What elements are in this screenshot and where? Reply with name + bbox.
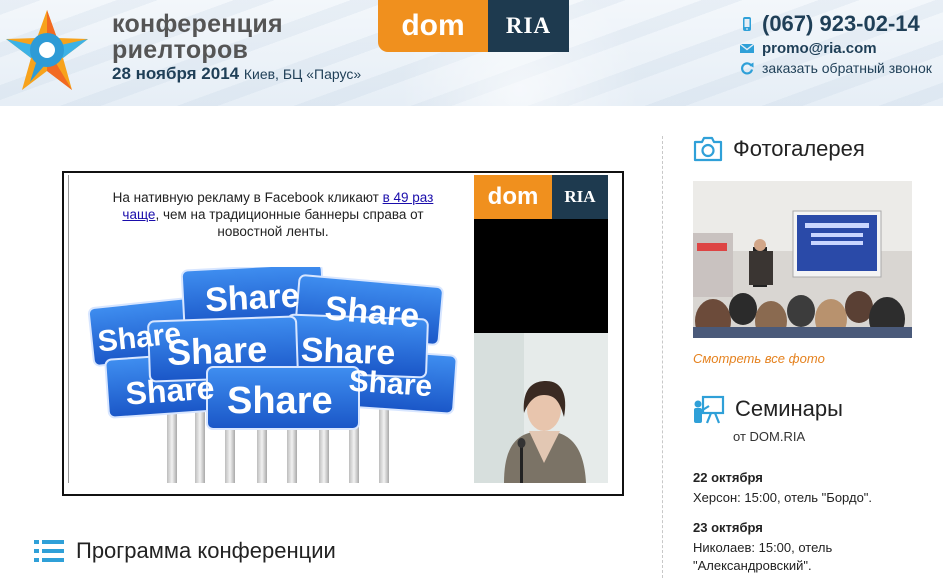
email-row: promo@ria.com (740, 38, 943, 58)
email-link[interactable]: promo@ria.com (762, 40, 877, 57)
envelope-icon (740, 43, 754, 53)
callback-row: заказать обратный звонок (740, 58, 943, 78)
gallery-photo[interactable] (693, 181, 912, 338)
dom-logo[interactable]: dom (378, 0, 488, 52)
presentation-board-icon (694, 395, 725, 424)
dom-logo-text: dom (401, 9, 465, 42)
share-word-4: Share (124, 369, 215, 411)
domria-side-ad[interactable]: dom RIA (474, 175, 608, 483)
banner-text-after: , чем на традиционные баннеры справа от … (155, 207, 424, 239)
list-icon (34, 540, 64, 562)
refresh-icon (741, 62, 754, 75)
side-dom-text: dom (487, 183, 539, 210)
side-dom-logo: dom (474, 175, 552, 219)
seminars-heading: Семинары (693, 395, 843, 425)
header-contacts: (067) 923-02-14 promo@ria.com заказать о… (740, 10, 943, 78)
share-word-8: Share (227, 380, 333, 422)
gallery-title: Фотогалерея (733, 136, 865, 161)
banner-text: На нативную рекламу в Facebook кликают в… (97, 189, 449, 240)
star-logo-icon[interactable] (4, 8, 90, 94)
sidebar-divider (662, 136, 663, 578)
brand-title-line1: конференция (112, 10, 283, 38)
event-date-text: 28 ноября 2014 (112, 64, 240, 83)
gallery-heading: Фотогалерея (693, 135, 865, 163)
callback-link[interactable]: заказать обратный звонок (762, 60, 932, 76)
share-word-6: Share (300, 331, 396, 372)
share-word-2: Share (204, 277, 300, 320)
program-title: Программа конференции (76, 538, 336, 563)
seminars-subtitle: от DOM.RIA (733, 429, 806, 444)
seminar-date-1: 22 октября (693, 470, 763, 485)
phone-icon (743, 17, 751, 31)
seminar-date-2: 23 октября (693, 520, 763, 535)
site-header: конференция риелторов 28 ноября 2014 Кие… (0, 0, 943, 106)
seminars-title: Семинары (735, 396, 843, 421)
brand-title-line2: риелторов (112, 36, 249, 64)
camera-icon (693, 136, 723, 162)
side-ria-text: RIA (564, 187, 596, 206)
phone-number[interactable]: (067) 923-02-14 (762, 11, 920, 37)
view-all-photos-link[interactable]: Смотреть все фото (693, 351, 825, 366)
ria-logo-text: RIA (505, 13, 552, 38)
banner-text-before: На нативную рекламу в Facebook кликают (112, 190, 383, 205)
facebook-ad-slide: На нативную рекламу в Facebook кликают в… (68, 175, 471, 483)
event-venue: Киев, БЦ «Парус» (243, 66, 362, 82)
seminar-desc-1: Херсон: 15:00, отель "Бордо". (693, 490, 873, 505)
promo-slider[interactable]: На нативную рекламу в Facebook кликают в… (62, 171, 624, 496)
ria-logo[interactable]: RIA (488, 0, 569, 52)
share-word-7: Share (166, 328, 267, 372)
program-section-heading: Программа конференции (34, 538, 336, 564)
side-ria-logo: RIA (552, 175, 608, 219)
seminar-desc-2: Николаев: 15:00, отель "Александровский"… (693, 540, 833, 573)
event-date: 28 ноября 2014 Киев, БЦ «Парус» (112, 64, 361, 84)
phone-row: (067) 923-02-14 (740, 10, 943, 38)
share-signs-image: Share Share Share Share Share Share Shar… (87, 267, 458, 483)
speaker-video-thumbnail[interactable] (474, 333, 608, 483)
